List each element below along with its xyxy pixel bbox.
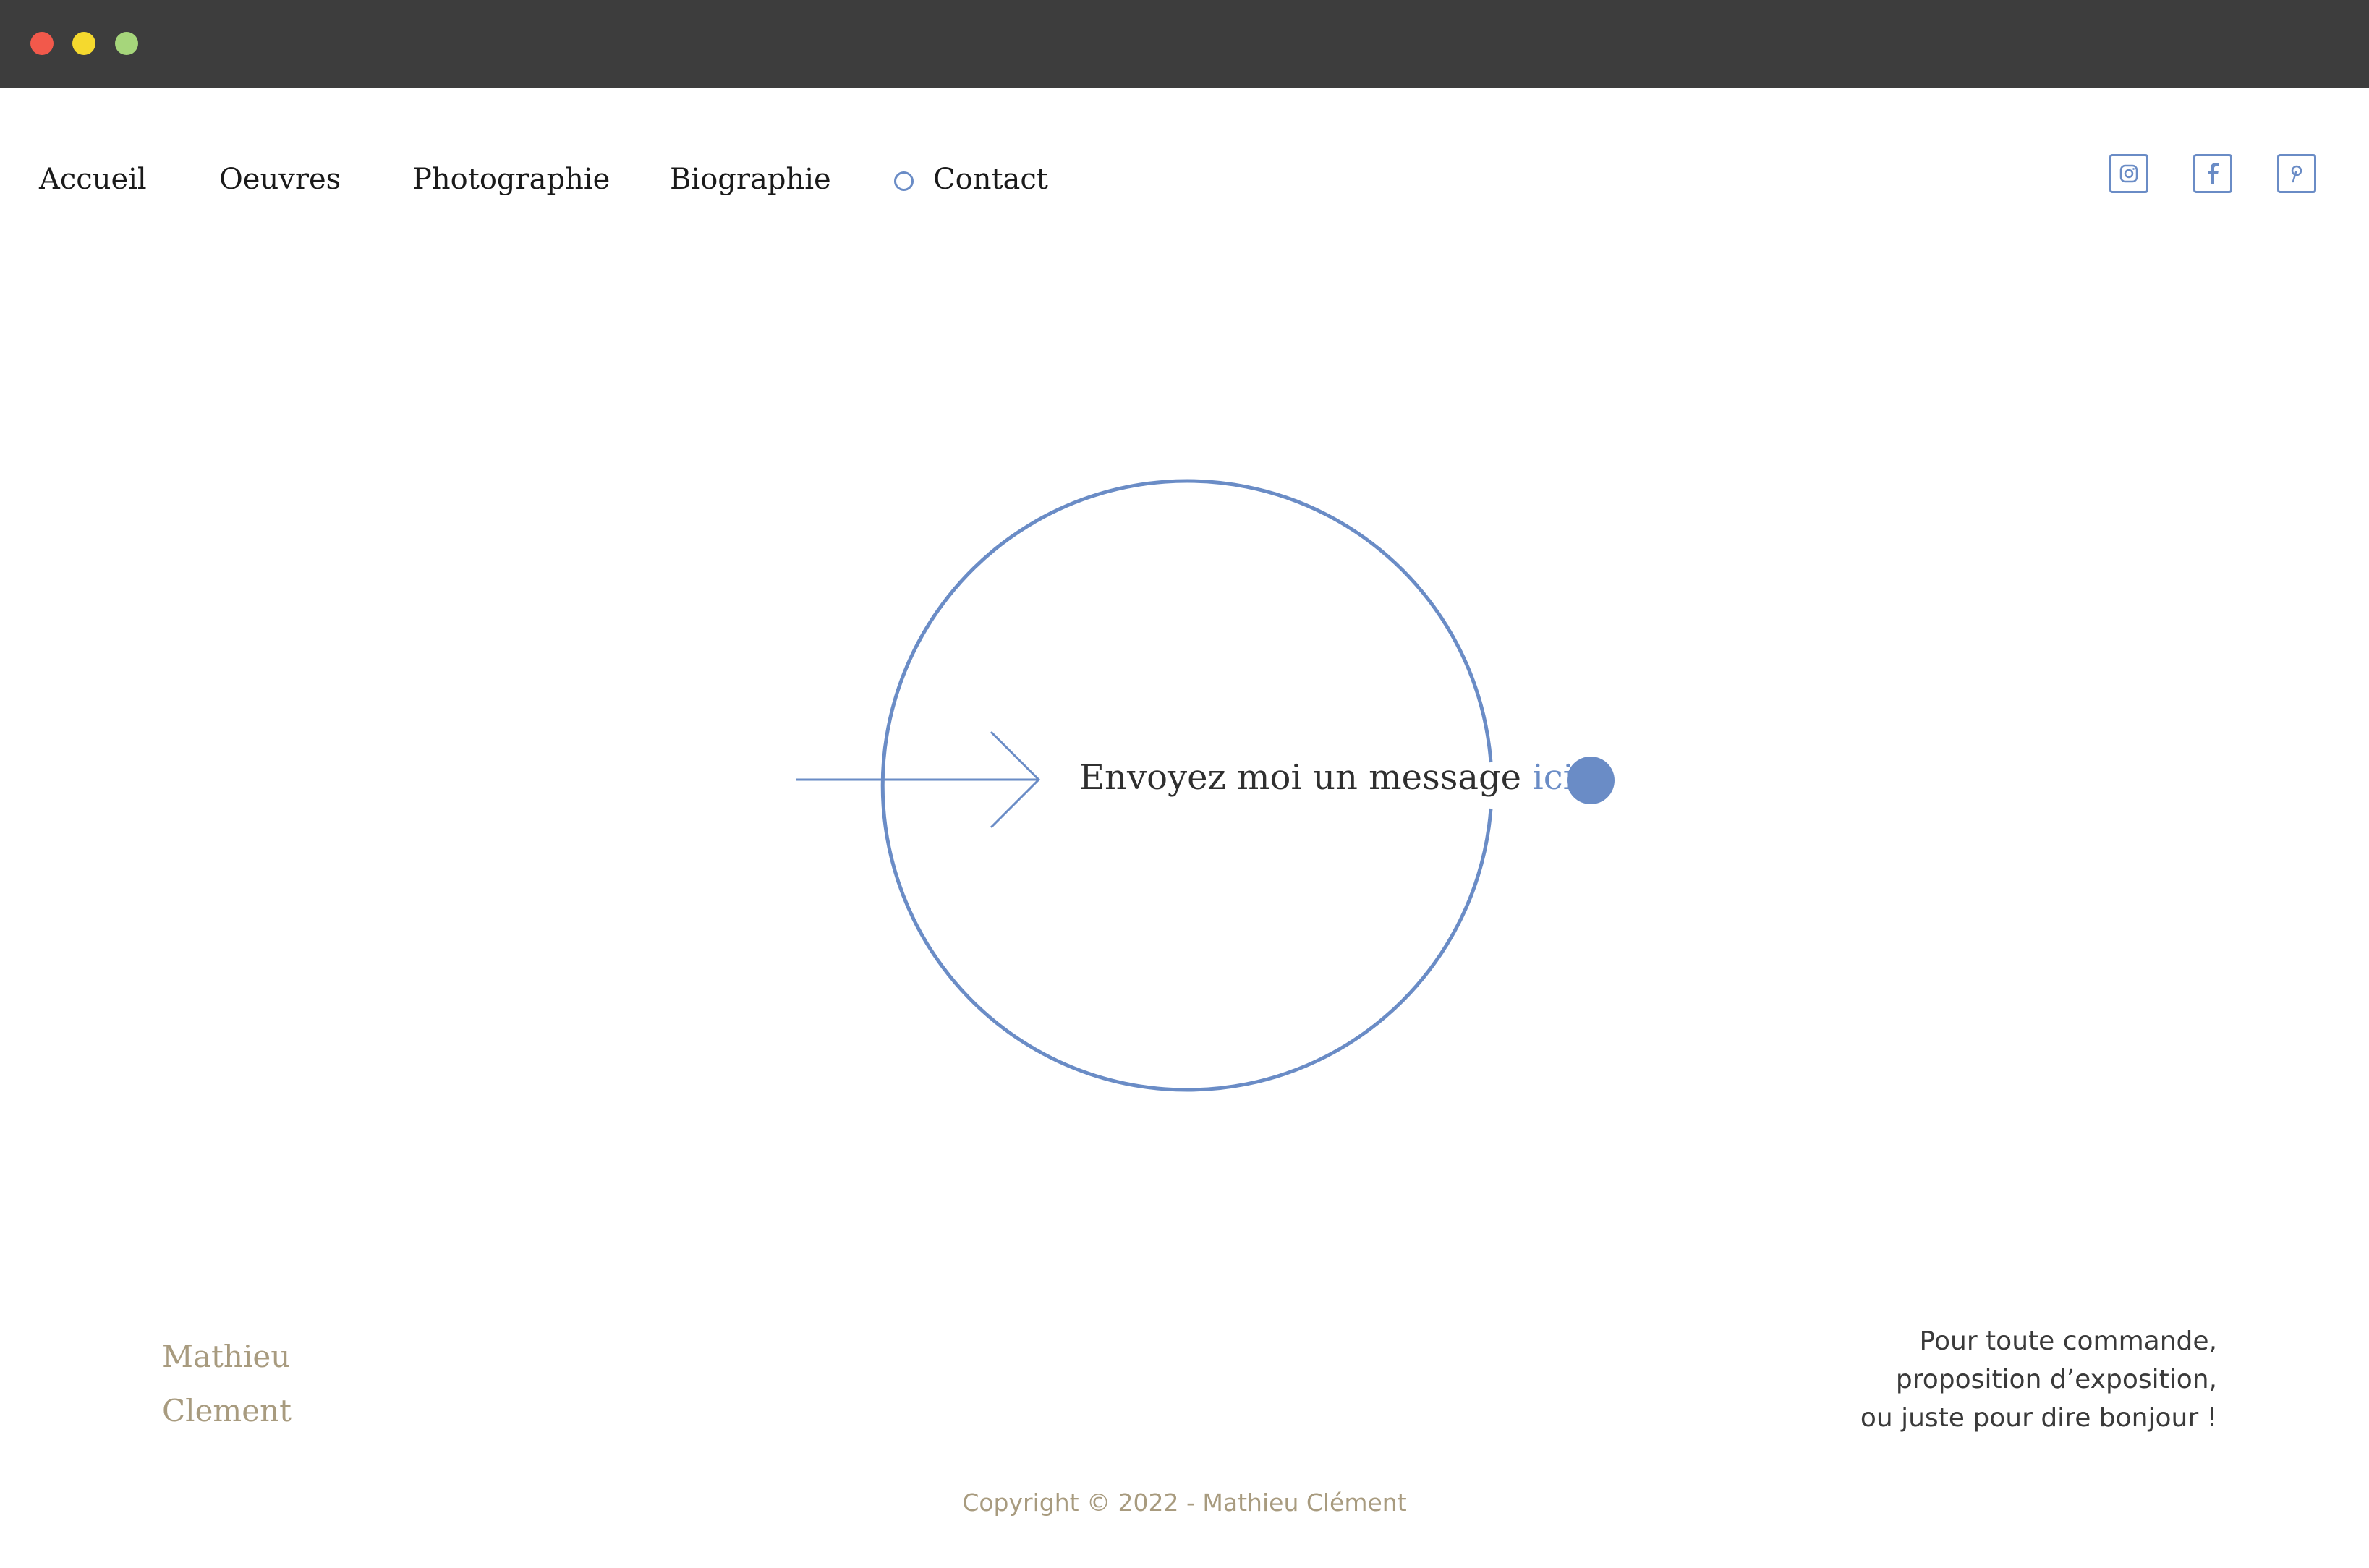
footer-brand: Mathieu Clement xyxy=(162,1329,292,1438)
contact-link[interactable]: ici xyxy=(1532,757,1574,798)
nav-item-photographie[interactable]: Photographie xyxy=(412,158,610,201)
footer-message-line: ou juste pour dire bonjour ! xyxy=(1860,1403,2217,1433)
brand-first-name: Mathieu xyxy=(162,1339,291,1374)
arrow-head-icon xyxy=(990,730,1041,829)
instagram-icon xyxy=(2119,164,2138,183)
contact-cta: Envoyez moi un message ici xyxy=(1079,752,1574,803)
footer-message-line: proposition d’exposition, xyxy=(1895,1365,2217,1394)
footer-message-line: Pour toute commande, xyxy=(1919,1326,2217,1356)
brand-last-name: Clement xyxy=(162,1393,292,1428)
nav-item-contact[interactable]: Contact xyxy=(933,158,1048,201)
instagram-button[interactable] xyxy=(2109,154,2148,193)
minimize-window-button[interactable] xyxy=(72,32,95,55)
nav-item-accueil[interactable]: Accueil xyxy=(39,158,147,201)
facebook-icon xyxy=(2208,163,2219,184)
facebook-button[interactable] xyxy=(2193,154,2232,193)
nav-item-biographie[interactable]: Biographie xyxy=(670,158,831,201)
maximize-window-button[interactable] xyxy=(115,32,138,55)
cta-message: Envoyez moi un message xyxy=(1079,757,1522,798)
pinterest-icon xyxy=(2291,165,2302,183)
active-nav-marker-icon xyxy=(894,171,914,191)
nav-item-oeuvres[interactable]: Oeuvres xyxy=(219,158,341,201)
close-window-button[interactable] xyxy=(30,32,54,55)
copyright-text: Copyright © 2022 - Mathieu Clément xyxy=(962,1488,1407,1517)
pinterest-button[interactable] xyxy=(2277,154,2316,193)
window-titlebar xyxy=(0,0,2369,88)
footer-message: Pour toute commande, proposition d’expos… xyxy=(1860,1322,2217,1437)
